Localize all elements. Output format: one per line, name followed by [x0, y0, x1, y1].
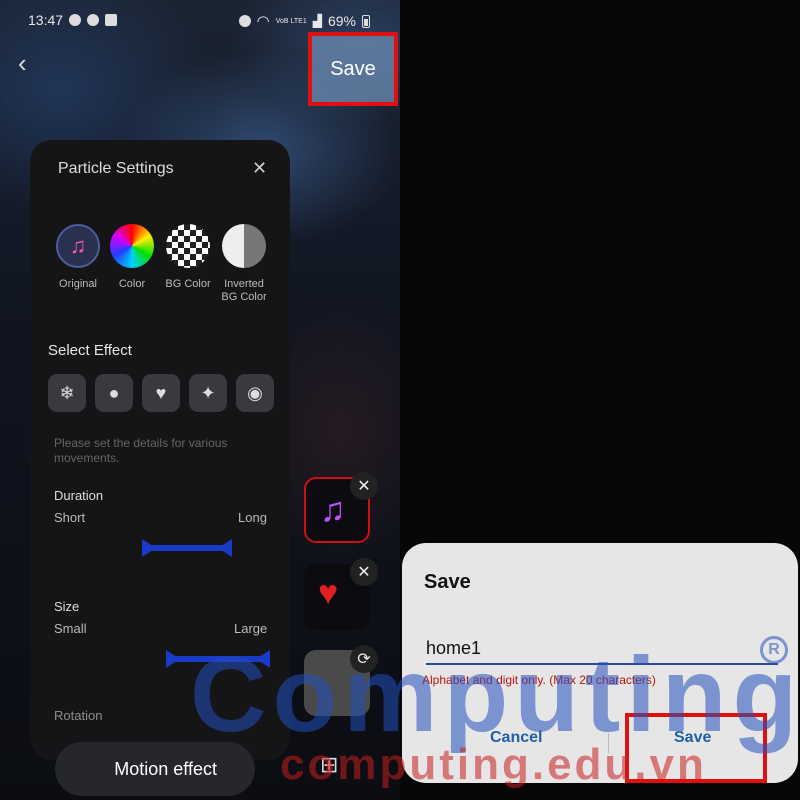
color-wheel-icon — [110, 224, 154, 268]
size-slider[interactable] — [166, 650, 270, 668]
battery-icon — [362, 14, 370, 28]
name-input[interactable] — [426, 633, 778, 665]
battery-percent: 69% — [327, 13, 356, 29]
half-circle-icon — [222, 224, 266, 268]
gallery-icon — [105, 14, 118, 26]
back-button[interactable]: ‹ — [18, 48, 46, 78]
save-dialog: Save Alphabet and digit only. (Max 20 ch… — [402, 543, 798, 783]
particle-settings-panel: Particle Settings ✕ ♫ Original Color BG … — [30, 140, 290, 760]
messenger-icon — [69, 14, 82, 26]
motion-effect-button[interactable]: Motion effect — [55, 742, 255, 796]
duration-min-label: Short — [54, 510, 86, 525]
option-bg-color[interactable]: BG Color — [160, 224, 216, 291]
network-label: VoB LTE1 — [275, 17, 307, 25]
panel-title: Particle Settings — [58, 160, 174, 177]
bubble-icon[interactable]: ◉ — [236, 374, 274, 412]
close-icon[interactable]: ✕ — [350, 472, 378, 500]
size-max-label: Large — [234, 621, 268, 636]
save-button[interactable]: Save — [308, 32, 398, 106]
save-highlight — [625, 713, 767, 783]
cancel-button[interactable]: Cancel — [490, 729, 542, 747]
clock: 13:47 — [28, 12, 64, 28]
close-icon[interactable]: ✕ — [252, 158, 267, 179]
heart-icon: ♥ — [318, 574, 339, 612]
option-color[interactable]: Color — [104, 224, 160, 291]
button-divider — [608, 733, 609, 753]
right-screen: Save Alphabet and digit only. (Max 20 ch… — [400, 0, 800, 800]
drop-icon[interactable]: ● — [95, 374, 133, 412]
snowflake-icon[interactable]: ❄ — [48, 374, 86, 412]
hint-text: Please set the details for various movem… — [54, 436, 228, 465]
music-note-icon: ♫ — [320, 491, 346, 529]
error-message: Alphabet and digit only. (Max 20 charact… — [422, 673, 656, 687]
dialog-title: Save — [424, 571, 471, 593]
duration-slider[interactable] — [142, 539, 232, 557]
checker-icon — [166, 224, 210, 268]
option-inverted-bg-color[interactable]: Inverted BG Color — [216, 224, 272, 304]
wifi-icon: ◠ — [256, 13, 270, 30]
size-min-label: Small — [54, 621, 87, 636]
left-screen: 13:47 ◠ VoB LTE1 ▟ 69% ‹ Save Particle S… — [0, 0, 400, 800]
select-effect-title: Select Effect — [48, 342, 132, 359]
signal-icon: ▟ — [312, 14, 322, 28]
back-arrow-icon: ‹ — [18, 48, 27, 78]
close-icon[interactable]: ✕ — [350, 558, 378, 586]
add-image-icon[interactable]: ⊞ — [320, 752, 338, 778]
effect-list: ❄ ● ♥ ✦ ◉ — [48, 374, 274, 412]
google-icon — [87, 14, 100, 26]
refresh-icon[interactable]: ⟳ — [350, 645, 378, 673]
size-label: Size — [54, 599, 80, 614]
status-bar: 13:47 ◠ VoB LTE1 ▟ 69% — [28, 12, 370, 32]
duration-label: Duration — [54, 488, 104, 503]
alarm-icon — [238, 15, 251, 27]
sparkle-icon[interactable]: ✦ — [189, 374, 227, 412]
music-note-icon: ♫ — [56, 224, 100, 268]
heart-icon[interactable]: ♥ — [142, 374, 180, 412]
rotation-label: Rotation — [54, 708, 103, 723]
option-original[interactable]: ♫ Original — [50, 224, 106, 291]
duration-max-label: Long — [238, 510, 267, 525]
